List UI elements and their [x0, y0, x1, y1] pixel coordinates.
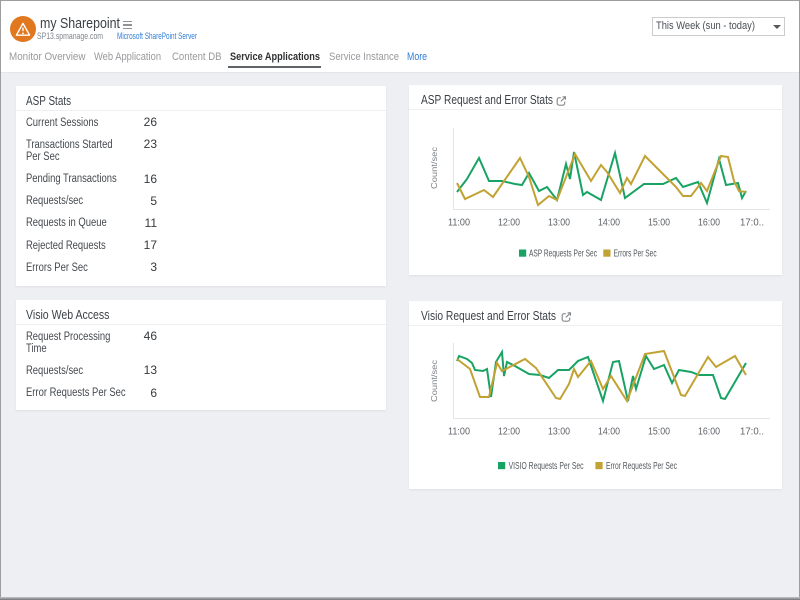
- svg-text:ASP Requests Per Sec: ASP Requests Per Sec: [529, 249, 597, 260]
- svg-text:16:00: 16:00: [698, 427, 720, 438]
- svg-text:14:00: 14:00: [598, 218, 620, 229]
- svg-text:12:00: 12:00: [498, 427, 520, 438]
- svg-text:VISIO Requests Per Sec: VISIO Requests Per Sec: [509, 461, 584, 472]
- svg-text:Count/sec: Count/sec: [429, 146, 439, 189]
- svg-text:15:00: 15:00: [648, 427, 670, 438]
- svg-text:12:00: 12:00: [498, 218, 520, 229]
- svg-text:16:00: 16:00: [698, 218, 720, 229]
- svg-text:13:00: 13:00: [548, 218, 570, 229]
- svg-text:17:0..: 17:0..: [740, 427, 764, 438]
- svg-text:Errors Per Sec: Errors Per Sec: [614, 249, 657, 260]
- svg-text:13:00: 13:00: [548, 427, 570, 438]
- svg-text:17:0..: 17:0..: [740, 218, 764, 229]
- svg-text:15:00: 15:00: [648, 218, 670, 229]
- svg-text:11:00: 11:00: [448, 218, 470, 229]
- svg-text:Error Requests Per Sec: Error Requests Per Sec: [606, 461, 677, 472]
- svg-text:11:00: 11:00: [448, 427, 470, 438]
- svg-text:14:00: 14:00: [598, 427, 620, 438]
- svg-text:Count/sec: Count/sec: [429, 359, 439, 402]
